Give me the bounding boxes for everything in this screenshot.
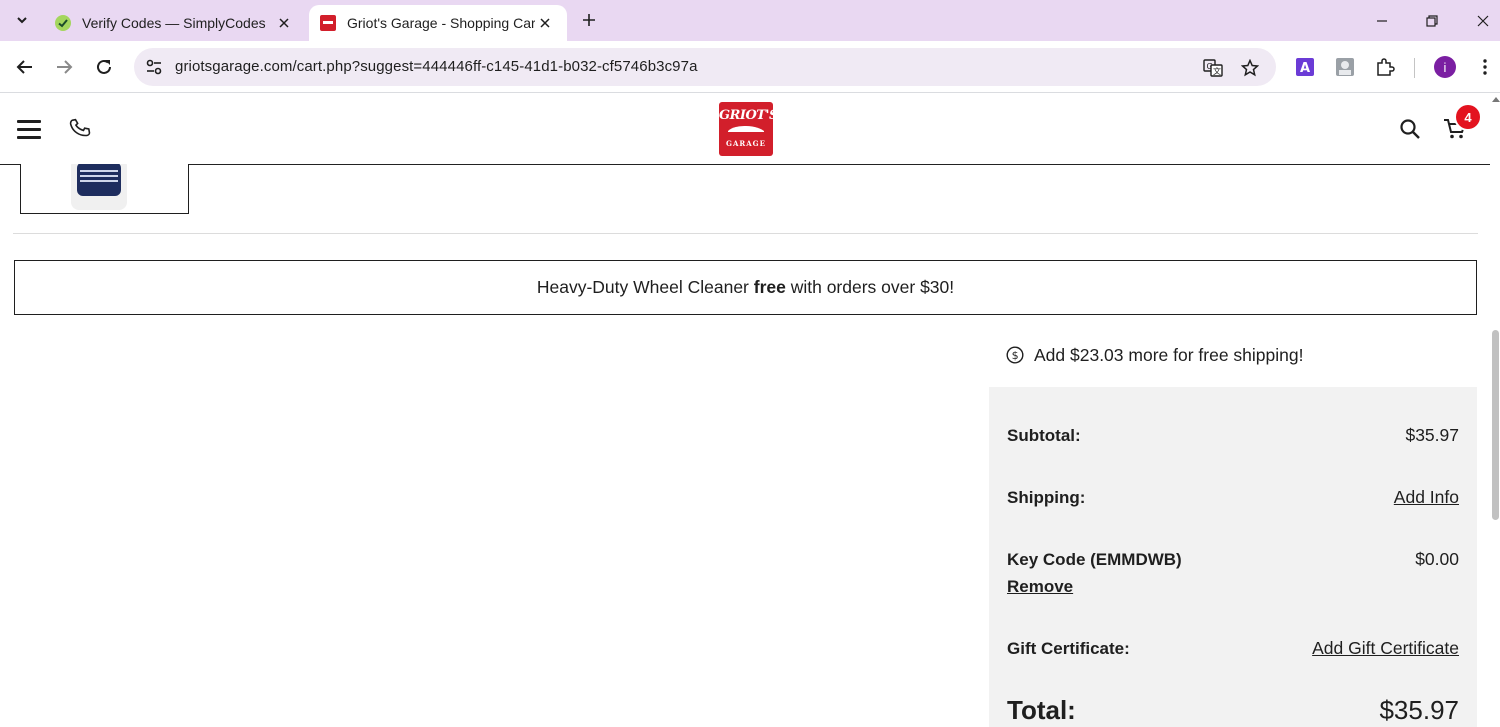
- remove-key-code-link[interactable]: Remove: [1007, 577, 1073, 597]
- close-tab-button[interactable]: [535, 13, 555, 33]
- letter-a-extension-icon: A: [1296, 58, 1314, 76]
- bottle-label: [77, 164, 121, 196]
- profile-initial: i: [1443, 59, 1447, 75]
- car-silhouette-icon: [728, 126, 764, 132]
- subtotal-label: Subtotal:: [1007, 426, 1081, 445]
- tab-strip: Verify Codes — SimplyCodes Griot's Garag…: [0, 0, 1500, 41]
- scrollbar-thumb[interactable]: [1492, 330, 1499, 520]
- tab-griots-cart[interactable]: Griot's Garage - Shopping Cart: [309, 5, 567, 41]
- svg-text:$: $: [1012, 349, 1019, 362]
- profile-button[interactable]: i: [1433, 55, 1457, 79]
- free-shipping-text: Add $23.03 more for free shipping!: [1034, 344, 1304, 365]
- forward-button[interactable]: [51, 54, 77, 80]
- hamburger-line: [17, 136, 41, 139]
- site-settings-icon[interactable]: [144, 57, 164, 77]
- key-code-label: Key Code (EMMDWB): [1007, 550, 1182, 569]
- cart-count-badge[interactable]: 4: [1454, 103, 1482, 131]
- menu-button[interactable]: [17, 120, 41, 139]
- restore-button[interactable]: [1409, 0, 1455, 41]
- key-code-value: $0.00: [1415, 549, 1459, 569]
- dollar-coin-icon: $: [1006, 346, 1024, 364]
- add-shipping-info-link[interactable]: Add Info: [1394, 487, 1459, 508]
- search-icon[interactable]: [1399, 118, 1421, 140]
- plus-icon: [583, 14, 595, 26]
- hamburger-line: [17, 120, 41, 123]
- promo-banner: Heavy-Duty Wheel Cleaner free with order…: [14, 260, 1477, 315]
- scroll-up-arrow-icon[interactable]: [1492, 97, 1500, 102]
- griots-garage-logo[interactable]: GRIOT'S GARAGE: [719, 102, 778, 156]
- reload-icon: [97, 59, 111, 74]
- extension-photo-button[interactable]: [1333, 55, 1357, 79]
- svg-text:文: 文: [1213, 66, 1221, 76]
- close-icon: [1477, 15, 1489, 26]
- extension-a-button[interactable]: A: [1293, 55, 1317, 79]
- browser-menu-button[interactable]: [1473, 55, 1497, 79]
- svg-text:A: A: [1300, 61, 1310, 76]
- close-icon: [540, 18, 550, 28]
- site-header: GRIOT'S GARAGE 4: [0, 94, 1490, 165]
- extensions-button[interactable]: [1373, 55, 1397, 79]
- gift-certificate-label: Gift Certificate:: [1007, 639, 1130, 658]
- restore-icon: [1426, 14, 1438, 27]
- order-summary: Subtotal: $35.97 Shipping: Add Info Key …: [989, 387, 1477, 727]
- cart-count: 4: [1464, 109, 1472, 125]
- tab-title: Griot's Garage - Shopping Cart: [347, 15, 535, 31]
- bottle-label-text: [80, 170, 118, 172]
- subtotal-value: $35.97: [1405, 425, 1459, 445]
- reload-button[interactable]: [91, 54, 117, 80]
- total-label: Total:: [1007, 695, 1076, 725]
- close-tab-button[interactable]: [274, 13, 294, 33]
- section-divider: [13, 233, 1478, 234]
- puzzle-icon: [1377, 58, 1395, 76]
- tab-title: Verify Codes — SimplyCodes: [82, 15, 266, 31]
- phone-icon[interactable]: [68, 116, 92, 140]
- wheel-cleaner-bottle-image: [71, 164, 127, 210]
- promo-suffix: with orders over $30!: [785, 277, 955, 297]
- add-gift-certificate-link[interactable]: Add Gift Certificate: [1312, 638, 1459, 659]
- close-icon: [279, 18, 289, 28]
- bookmark-button[interactable]: [1238, 56, 1262, 80]
- shipping-label: Shipping:: [1007, 488, 1086, 507]
- griots-favicon: [320, 15, 336, 31]
- promo-bold: free: [753, 277, 786, 297]
- product-thumbnail[interactable]: [20, 164, 189, 214]
- simplycodes-icon: [55, 15, 71, 31]
- new-tab-button[interactable]: [578, 9, 600, 31]
- hamburger-line: [17, 128, 41, 131]
- photo-extension-icon: [1336, 58, 1354, 76]
- minimize-button[interactable]: [1359, 0, 1405, 41]
- translate-icon: G 文: [1203, 59, 1223, 77]
- star-icon: [1241, 59, 1259, 77]
- url-text[interactable]: griotsgarage.com/cart.php?suggest=444446…: [175, 58, 698, 75]
- browser-toolbar: griotsgarage.com/cart.php?suggest=444446…: [0, 41, 1500, 93]
- toolbar-separator: [1414, 58, 1415, 78]
- promo-prefix: Heavy-Duty Wheel Cleaner: [536, 277, 754, 297]
- address-bar[interactable]: griotsgarage.com/cart.php?suggest=444446…: [134, 48, 1276, 86]
- tab-search-button[interactable]: [8, 7, 36, 33]
- total-value: $35.97: [1379, 695, 1459, 725]
- logo-bottom-text: GARAGE: [726, 139, 766, 148]
- close-window-button[interactable]: [1460, 0, 1500, 41]
- logo-top-text: GRIOT'S: [719, 108, 778, 123]
- avatar: i: [1434, 56, 1456, 78]
- free-shipping-notice: $ Add $23.03 more for free shipping!: [1006, 344, 1303, 366]
- arrow-left-icon: [16, 60, 32, 74]
- minimize-icon: [1377, 19, 1387, 22]
- translate-button[interactable]: G 文: [1201, 56, 1225, 80]
- tab-simplycodes[interactable]: Verify Codes — SimplyCodes: [44, 5, 306, 41]
- back-button[interactable]: [12, 54, 38, 80]
- chevron-down-icon: [17, 17, 27, 24]
- more-vert-icon: [1483, 59, 1487, 75]
- arrow-right-icon: [57, 60, 73, 74]
